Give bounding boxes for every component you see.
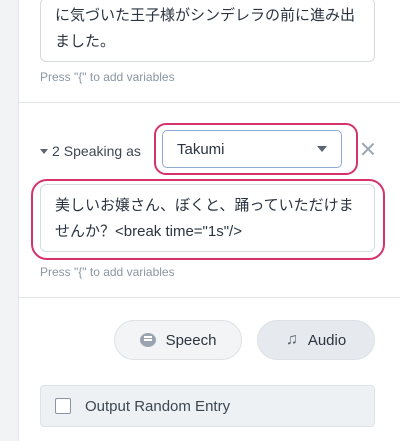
- speaking-as-row[interactable]: 2 Speaking as: [40, 138, 141, 164]
- first-entry-text: に気づいた王子様がシンデレラの前に進み出ました。: [55, 7, 356, 50]
- section-divider: [18, 297, 400, 298]
- audio-button-label: Audio: [307, 331, 347, 349]
- close-icon[interactable]: [360, 141, 376, 157]
- collapse-caret-icon[interactable]: [40, 148, 48, 154]
- output-random-checkbox[interactable]: [55, 398, 71, 414]
- audio-button[interactable]: ♫ Audio: [257, 320, 375, 360]
- music-note-icon: ♫: [285, 331, 298, 348]
- speech-textarea[interactable]: 美しいお嬢さん、ぼくと、踊っていただけませんか？<break time="1s"…: [40, 184, 375, 252]
- chevron-down-icon: [317, 146, 327, 152]
- step-number: 2: [52, 143, 60, 159]
- speech-bubble-icon: [139, 333, 156, 347]
- section-divider: [18, 102, 400, 103]
- output-random-label: Output Random Entry: [85, 397, 231, 415]
- speaking-as-label: Speaking as: [63, 143, 141, 159]
- first-entry-textarea[interactable]: に気づいた王子様がシンデレラの前に進み出ました。: [40, 0, 375, 62]
- speech-button-label: Speech: [165, 331, 217, 349]
- variables-hint: Press "{" to add variables: [40, 265, 175, 279]
- voice-select[interactable]: Takumi: [162, 130, 342, 168]
- speech-button[interactable]: Speech: [114, 320, 242, 360]
- voice-select-value: Takumi: [177, 140, 225, 158]
- variables-hint: Press "{" to add variables: [40, 70, 175, 84]
- output-random-entry[interactable]: Output Random Entry: [40, 385, 375, 427]
- speech-text: 美しいお嬢さん、ぼくと、踊っていただけませんか？<break time="1s"…: [55, 197, 354, 240]
